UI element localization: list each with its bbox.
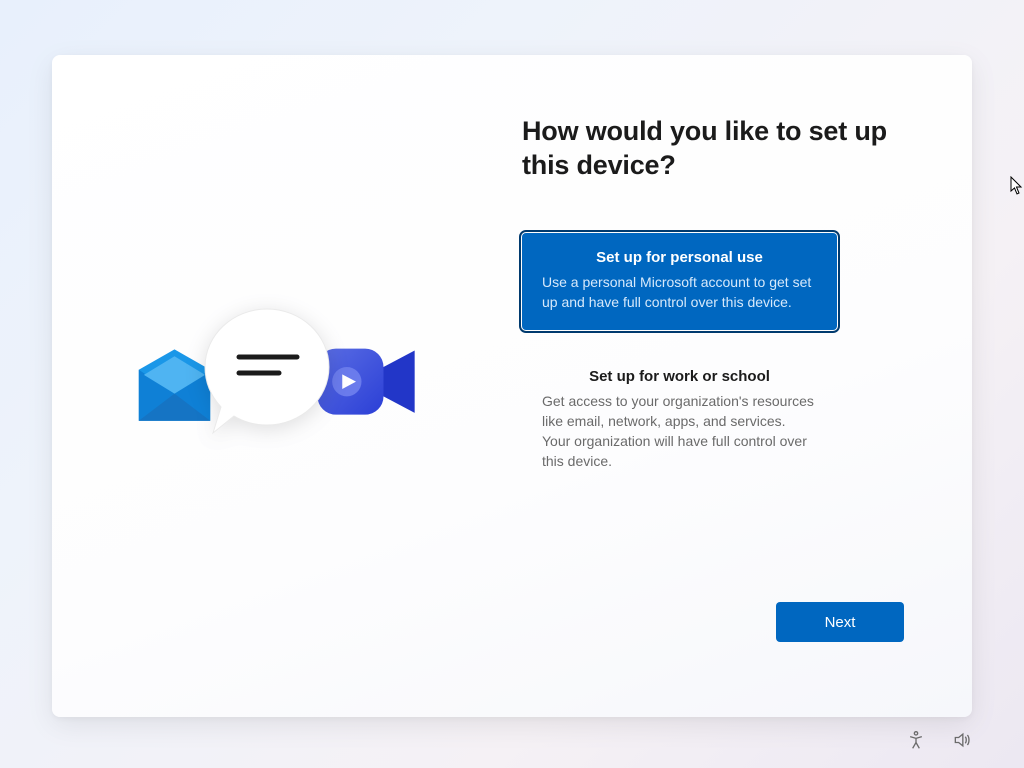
communication-illustration [132,316,432,496]
option-description: Get access to your organization's resour… [542,391,817,471]
option-title: Set up for personal use [542,249,817,266]
option-work-school[interactable]: Set up for work or school Get access to … [522,352,837,489]
option-title: Set up for work or school [542,368,817,385]
chat-bubble-icon [197,301,337,441]
illustration-pane [52,55,512,717]
option-description: Use a personal Microsoft account to get … [542,272,817,312]
content-pane: How would you like to set up this device… [512,55,972,717]
accessibility-icon[interactable] [906,730,926,750]
setup-card: How would you like to set up this device… [52,55,972,717]
next-button[interactable]: Next [776,602,904,642]
mouse-cursor [1010,176,1024,201]
option-personal-use[interactable]: Set up for personal use Use a personal M… [522,233,837,330]
taskbar-utility-icons [906,730,972,750]
setup-options: Set up for personal use Use a personal M… [522,233,837,489]
page-title: How would you like to set up this device… [522,115,904,183]
volume-icon[interactable] [952,730,972,750]
footer-actions: Next [522,602,904,677]
